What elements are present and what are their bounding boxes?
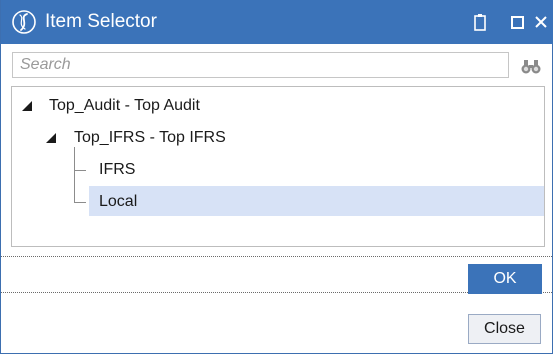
- tree-connector: [74, 202, 86, 203]
- tree-node-label: Local: [99, 193, 138, 210]
- tree-node-label: Top_IFRS - Top IFRS: [74, 129, 226, 146]
- ok-button[interactable]: OK: [468, 264, 542, 294]
- tree-node-label: IFRS: [99, 161, 136, 178]
- tree-view[interactable]: Top_Audit - Top Audit Top_IFRS - Top IFR…: [11, 86, 545, 247]
- tree-connector: [74, 170, 86, 171]
- expanded-triangle-icon[interactable]: [46, 133, 56, 143]
- tree-node-top-ifrs[interactable]: Top_IFRS - Top IFRS: [74, 123, 226, 153]
- expanded-triangle-icon[interactable]: [22, 101, 32, 111]
- selection-highlight: [89, 186, 544, 216]
- search-box[interactable]: [12, 52, 509, 78]
- tree-node-label: Top_Audit - Top Audit: [49, 97, 200, 114]
- search-input[interactable]: [13, 53, 508, 77]
- binoculars-icon[interactable]: [520, 56, 542, 76]
- app-logo-icon: [12, 10, 36, 34]
- tree-node-ifrs[interactable]: IFRS: [99, 155, 135, 185]
- title-bar[interactable]: Item Selector: [1, 0, 553, 44]
- tree-connector: [74, 147, 75, 202]
- tree-node-local[interactable]: Local: [99, 187, 137, 217]
- item-selector-dialog: Item Selector Search Top_Audit - Top Aud…: [0, 0, 553, 354]
- tree-node-top-audit[interactable]: Top_Audit - Top Audit: [49, 91, 200, 121]
- close-button[interactable]: Close: [468, 314, 541, 344]
- close-icon[interactable]: [531, 12, 551, 32]
- clipboard-icon[interactable]: [470, 12, 490, 32]
- window-title: Item Selector: [45, 11, 157, 32]
- maximize-icon[interactable]: [508, 12, 528, 32]
